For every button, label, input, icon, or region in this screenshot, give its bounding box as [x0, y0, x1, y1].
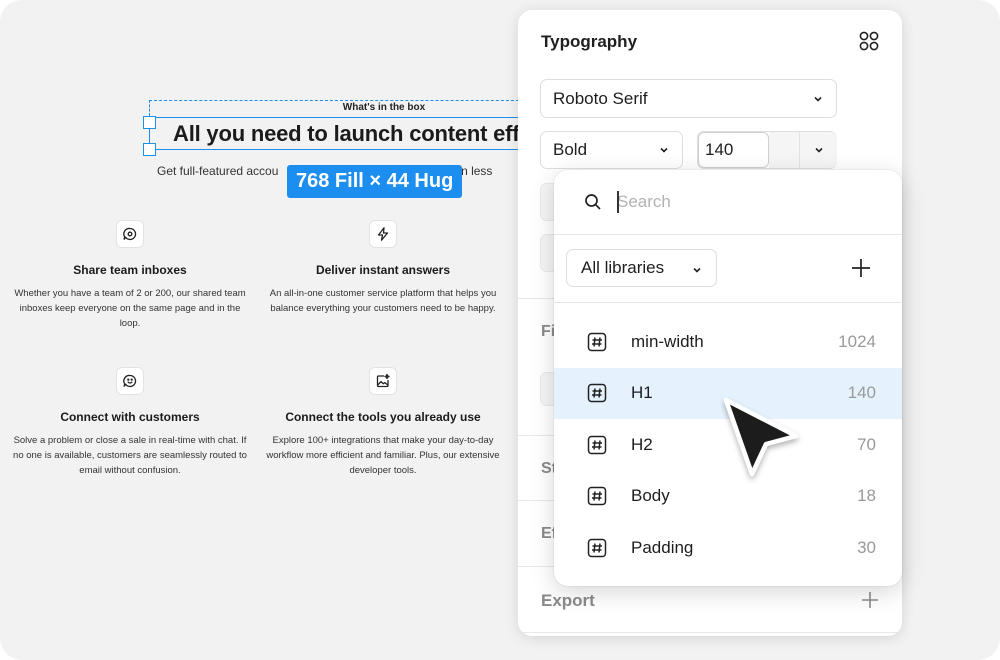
feature-card[interactable]: Deliver instant answers An all-in-one cu… [263, 220, 503, 316]
feature-desc: Solve a problem or close a sale in real-… [13, 435, 247, 476]
font-size-dropdown-area[interactable] [769, 132, 837, 168]
font-family-select[interactable]: Roboto Serif [540, 79, 837, 118]
chevron-down-icon[interactable] [813, 145, 825, 155]
dropdown-divider [554, 302, 902, 303]
design-canvas[interactable]: What's in the box All you need to launch… [0, 0, 549, 660]
feature-card[interactable]: Connect the tools you already use Explor… [263, 367, 503, 478]
font-size-input[interactable]: 140 [697, 131, 837, 169]
library-filter-value: All libraries [581, 258, 665, 277]
feature-title: Connect the tools you already use [285, 410, 481, 424]
chevron-down-icon [814, 96, 822, 102]
plus-icon[interactable] [860, 590, 880, 610]
variable-value: 30 [857, 537, 876, 557]
variable-name: min-width [631, 331, 704, 351]
variable-value: 140 [847, 383, 876, 403]
variable-name: Body [631, 486, 670, 506]
variable-item[interactable]: min-width 1024 [554, 316, 902, 368]
styles-grid-icon[interactable] [858, 30, 880, 52]
resize-handle-bottom-left[interactable] [143, 143, 156, 156]
text-caret [617, 191, 619, 213]
field-divider [799, 132, 800, 168]
parent-frame-outline [149, 100, 529, 116]
variable-name: H2 [631, 434, 653, 454]
chevron-down-icon [693, 267, 701, 273]
panel-title: Typography [541, 32, 638, 51]
feature-title: Connect with customers [60, 410, 200, 424]
subheadline-right: in less [458, 164, 493, 178]
variable-value: 1024 [838, 331, 876, 351]
feature-card[interactable]: Share team inboxes Whether you have a te… [10, 220, 250, 331]
variable-item[interactable]: Padding 30 [554, 522, 902, 574]
feature-desc: An all-in-one customer service platform … [269, 288, 497, 314]
variable-value: 18 [857, 486, 876, 506]
number-variable-icon [587, 435, 607, 454]
variable-name: H1 [631, 383, 653, 403]
selected-headline[interactable]: All you need to launch content effe [173, 121, 532, 147]
feature-desc: Whether you have a team of 2 or 200, our… [14, 288, 246, 329]
search-icon [585, 194, 601, 210]
font-weight-value: Bold [553, 140, 588, 159]
subheadline-left: Get full-featured accou [157, 164, 279, 178]
lightning-icon [369, 220, 397, 248]
font-family-value: Roboto Serif [553, 88, 648, 108]
font-size-value: 140 [705, 140, 734, 159]
search-input[interactable] [617, 189, 877, 215]
variables-dropdown: All libraries min-width 1024 H1 140 H2 7… [554, 170, 902, 586]
number-variable-icon [587, 538, 607, 557]
feature-title: Deliver instant answers [315, 263, 451, 277]
size-badge: 768 Fill × 44 Hug [287, 165, 463, 198]
dropdown-divider [554, 234, 902, 235]
feature-title: Share team inboxes [73, 263, 187, 277]
number-variable-icon [587, 332, 607, 351]
image-sparkle-icon [369, 367, 397, 395]
font-weight-select[interactable]: Bold [540, 131, 683, 169]
number-variable-icon [587, 384, 607, 403]
feature-card[interactable]: Connect with customers Solve a problem o… [10, 367, 250, 478]
panel-divider [518, 632, 902, 633]
feature-desc: Explore 100+ integrations that make your… [266, 435, 500, 476]
export-label: Export [541, 591, 595, 610]
mouse-pointer-icon [723, 397, 799, 477]
chat-bubble-icon [116, 220, 144, 248]
resize-handle-top-left[interactable] [143, 116, 156, 129]
plus-icon[interactable] [850, 257, 872, 279]
number-variable-icon [587, 487, 607, 506]
variable-value: 70 [857, 434, 876, 454]
library-filter-select[interactable]: All libraries [566, 249, 717, 287]
smile-chat-icon [116, 367, 144, 395]
chevron-down-icon [660, 147, 668, 153]
variable-name: Padding [631, 537, 694, 557]
app-frame: What's in the box All you need to launch… [0, 0, 1000, 660]
